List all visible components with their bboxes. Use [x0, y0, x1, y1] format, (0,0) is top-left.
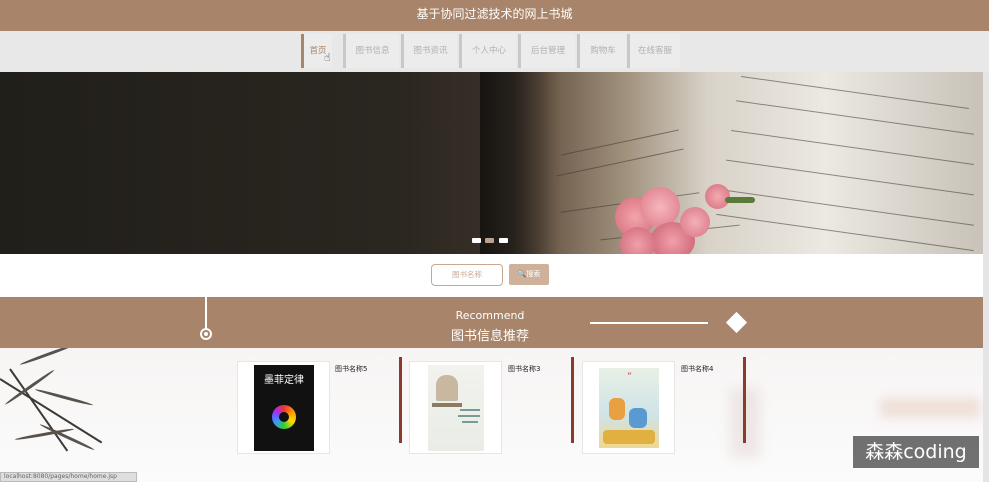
music-staff-line — [556, 148, 684, 177]
nav-book-info[interactable]: 图书信息 — [343, 34, 399, 68]
site-title-bar: 基于协同过滤技术的网上书城 — [0, 0, 989, 31]
nav-admin-label: 后台管理 — [530, 46, 565, 56]
search-button-label: 搜索 — [526, 270, 541, 278]
book-cover-art: “ — [599, 368, 659, 448]
carousel-dot-2[interactable] — [485, 238, 494, 243]
book-cover-3[interactable]: “ — [582, 361, 675, 454]
nav-book-news-label: 图书资讯 — [413, 46, 448, 56]
nav-book-news[interactable]: 图书资讯 — [401, 34, 457, 68]
video-watermark: 森森coding — [853, 436, 979, 468]
recommend-decor-hline — [590, 322, 708, 324]
nav-personal-center-label: 个人中心 — [471, 46, 506, 56]
music-staff-line — [561, 129, 679, 156]
book-name-search-input[interactable]: 图书名称 — [431, 264, 503, 286]
nav-cart-label: 购物车 — [590, 46, 616, 56]
recommend-circle-icon — [200, 328, 212, 340]
hero-carousel[interactable] — [0, 72, 983, 254]
book-cover-art: 墨菲定律 — [254, 365, 314, 451]
recommend-title-en: Recommend — [455, 309, 525, 322]
site-title: 基于协同过滤技术的网上书城 — [416, 7, 573, 21]
color-wheel-center — [279, 412, 289, 422]
flower-petal — [680, 207, 710, 237]
page-scrollbar[interactable] — [983, 72, 989, 482]
carousel-dot-1[interactable] — [472, 238, 481, 243]
book-cover-child — [609, 398, 625, 420]
search-button[interactable]: 🔍搜索 — [509, 264, 549, 285]
bamboo-leaf — [34, 388, 94, 407]
search-placeholder: 图书名称 — [452, 270, 482, 279]
nav-online-service-label: 在线客服 — [637, 46, 672, 56]
card-separator — [743, 357, 746, 443]
bamboo-leaf — [19, 348, 77, 366]
flower-petal — [620, 227, 655, 254]
book-cover-text-line — [458, 415, 480, 417]
book-cover-art — [428, 365, 484, 451]
book-name-2[interactable]: 图书名称3 — [508, 364, 540, 374]
book-cover-figure — [436, 375, 458, 401]
carousel-dot-3[interactable] — [499, 238, 508, 243]
nav-online-service[interactable]: 在线客服 — [627, 34, 680, 68]
recommend-decor-line — [205, 297, 207, 330]
book-cover-1[interactable]: 墨菲定律 — [237, 361, 330, 454]
music-staff-line — [726, 159, 974, 196]
card-separator — [571, 357, 574, 443]
book-cover-2[interactable] — [409, 361, 502, 454]
music-staff-line — [736, 100, 974, 135]
hand-cursor-icon: ☝ — [324, 51, 331, 64]
book-cover-brush-title: “ — [627, 372, 632, 382]
book-cover-boat — [603, 430, 655, 444]
book-cover-title: 墨菲定律 — [264, 375, 304, 386]
music-staff-line — [741, 75, 969, 110]
nav-admin[interactable]: 后台管理 — [518, 34, 575, 68]
book-name-3[interactable]: 图书名称4 — [681, 364, 713, 374]
flower-stem — [725, 197, 755, 203]
background-blur — [880, 398, 980, 418]
book-name-1[interactable]: 图书名称5 — [335, 364, 367, 374]
nav-home[interactable]: 首页 ☝ — [301, 34, 332, 68]
flower-petal — [640, 187, 680, 227]
book-cover-text-line — [462, 421, 478, 423]
banner-book-shadow — [480, 72, 560, 254]
book-cover-desk — [432, 403, 462, 407]
card-separator — [399, 357, 402, 443]
browser-status-url: localhost:8080/pages/home/home.jsp — [0, 472, 137, 482]
recommend-title-cn: 图书信息推荐 — [450, 329, 529, 344]
music-staff-line — [731, 129, 974, 166]
book-cover-text-line — [460, 409, 480, 411]
bamboo-leaf — [39, 423, 96, 452]
main-nav: 首页 ☝ 图书信息 图书资讯 个人中心 后台管理 购物车 在线客服 — [0, 31, 989, 72]
nav-cart[interactable]: 购物车 — [577, 34, 626, 68]
nav-personal-center[interactable]: 个人中心 — [459, 34, 516, 68]
book-cover-child — [629, 408, 647, 428]
nav-book-info-label: 图书信息 — [355, 46, 390, 56]
